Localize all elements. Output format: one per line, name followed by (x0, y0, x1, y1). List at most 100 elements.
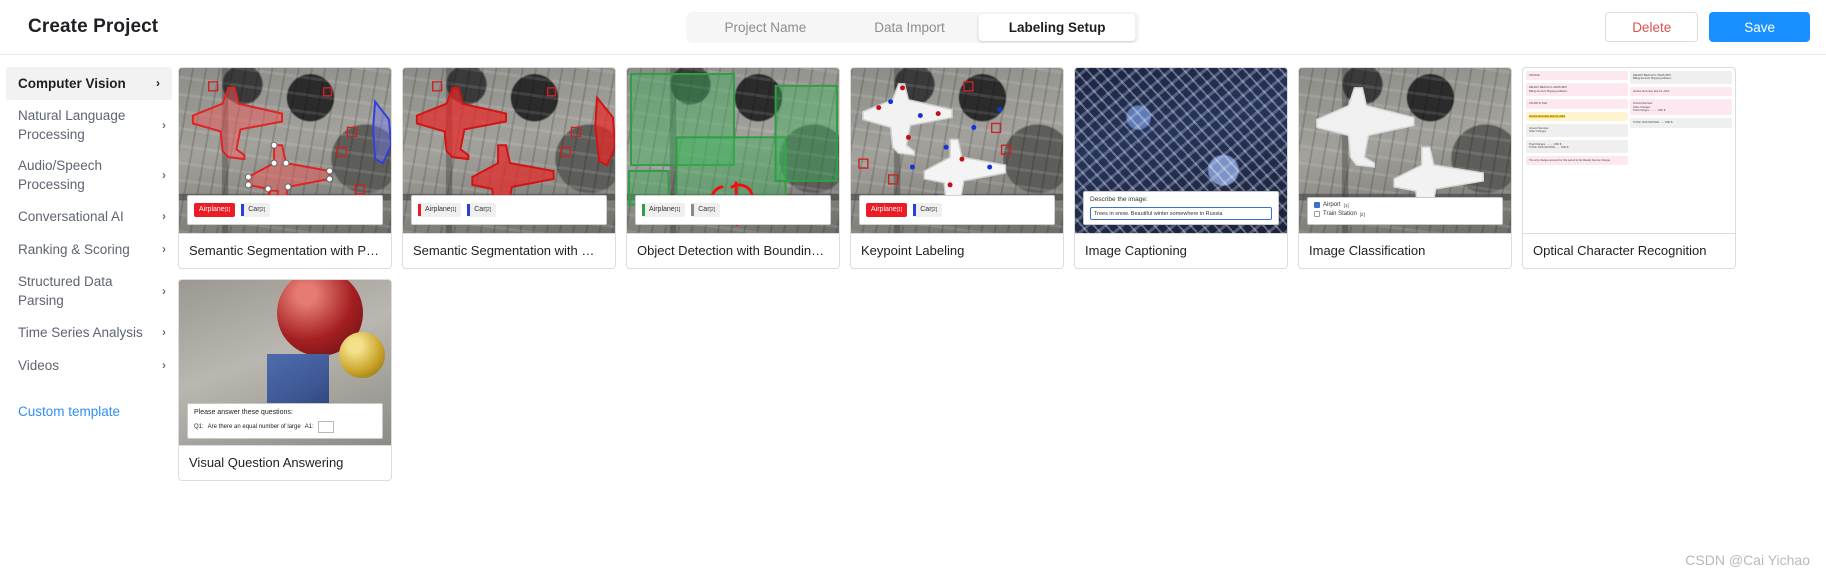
card-preview-image: Please answer these questions: Q1: Are t… (179, 280, 391, 445)
checkbox-icon[interactable] (1314, 211, 1320, 217)
sidebar-item-structured-data-parsing[interactable]: Structured Data Parsing › (0, 266, 178, 316)
card-title: Image Classification (1299, 233, 1511, 268)
template-card-visual-question-answering[interactable]: Please answer these questions: Q1: Are t… (178, 279, 392, 481)
chevron-right-icon: › (156, 76, 160, 90)
card-preview-image: Airplane [1] Car [2] (627, 68, 839, 233)
answer-input[interactable] (317, 421, 334, 433)
step-data-import[interactable]: Data Import (840, 16, 979, 39)
sidebar-item-label: Computer Vision (18, 76, 126, 91)
doc-block: Ground Services Other Charges (1526, 124, 1628, 137)
doc-block: DELRAY BEACH FL 33445-3897 Billing Accoun… (1526, 83, 1628, 97)
chevron-right-icon: › (162, 358, 166, 372)
sidebar-item-natural-language-processing[interactable]: Natural Language Processing › (0, 100, 178, 150)
sidebar-item-audio-speech-processing[interactable]: Audio/Speech Processing › (0, 150, 178, 200)
custom-template-link[interactable]: Custom template (0, 382, 178, 419)
step-project-name[interactable]: Project Name (690, 16, 840, 39)
header-actions: Delete Save (1605, 12, 1810, 42)
chevron-right-icon: › (162, 283, 166, 298)
doc-block: Total Charges .......... USD $ TOTAL THIS… (1526, 139, 1628, 153)
card-preview-image: Describe the image: Trees in snow. Beaut… (1075, 68, 1287, 233)
template-card-image-captioning[interactable]: Describe the image: Trees in snow. Beaut… (1074, 67, 1288, 269)
label-chip-airplane[interactable]: Airplane [1] (194, 203, 236, 217)
chevron-right-icon: › (162, 167, 166, 182)
sidebar-item-label: Time Series Analysis (18, 325, 143, 340)
card-title: Image Captioning (1075, 233, 1287, 268)
doc-block: TOTAL THIS INVOICE ...... USD $ (1630, 118, 1732, 128)
label-chip-bar: Airplane [1] Car [2] (411, 195, 607, 225)
label-chip-car[interactable]: Car [2] (467, 203, 497, 217)
label-chip-bar: Airplane [1] Car [2] (635, 195, 831, 225)
save-button[interactable]: Save (1709, 12, 1810, 42)
step-labeling-setup[interactable]: Labeling Setup (978, 13, 1136, 41)
template-grid: Airplane [1] Car [2] Semantic Segmentation… (178, 67, 1812, 481)
label-chip-car[interactable]: Car [2] (913, 203, 943, 217)
card-title: Semantic Segmentation with Masks (403, 233, 615, 268)
template-card-semantic-segmentation-masks[interactable]: Airplane [1] Car [2] Semantic Segmentation… (402, 67, 616, 269)
question-prompt: Please answer these questions: (194, 409, 293, 416)
sidebar-item-label: Structured Data Parsing (18, 274, 113, 308)
doc-block: Ground Services Other Charges Total Charge… (1630, 99, 1732, 116)
label-chip-bar: Airplane [1] Car [2] (859, 195, 1055, 225)
template-card-optical-character-recognition[interactable]: INVOICE DELRAY BEACH FL 33445-3897 Billin… (1522, 67, 1736, 269)
card-preview-image: Airplane [1] Car [2] (179, 68, 391, 233)
page-title: Create Project (28, 16, 159, 37)
label-chip-bar: Airplane [1] Car [2] (187, 195, 383, 225)
question-label: Q1: (194, 424, 204, 430)
doc-block: ATLANTIC AVE (1526, 99, 1628, 109)
chevron-right-icon: › (162, 209, 166, 223)
doc-block: The only charges account for this period… (1526, 155, 1628, 166)
document-photo: INVOICE DELRAY BEACH FL 33445-3897 Billin… (1523, 68, 1735, 233)
label-chip-airplane[interactable]: Airplane [1] (866, 203, 908, 217)
template-card-semantic-segmentation-polygons[interactable]: Airplane [1] Car [2] Semantic Segmentation… (178, 67, 392, 269)
label-chip-airplane[interactable]: Airplane [1] (642, 203, 686, 217)
sidebar-item-ranking-scoring[interactable]: Ranking & Scoring › (0, 233, 178, 266)
sidebar-item-time-series-analysis[interactable]: Time Series Analysis › (0, 316, 178, 349)
template-card-image-classification[interactable]: Airport [1] Train Station [2] Image Clas… (1298, 67, 1512, 269)
sidebar-item-conversational-ai[interactable]: Conversational AI › (0, 200, 178, 233)
wizard-steps: Project Name Data Import Labeling Setup (686, 11, 1140, 43)
yellow-sphere (339, 332, 385, 378)
main-body: Computer Vision › Natural Language Proce… (0, 55, 1826, 576)
classification-choices-box: Airport [1] Train Station [2] (1307, 197, 1503, 225)
choice-train-station[interactable]: Train Station [2] (1314, 211, 1496, 217)
choice-hotkey: [2] (1359, 211, 1365, 217)
template-card-keypoint-labeling[interactable]: Airplane [1] Car [2] Keypoint Labeling (850, 67, 1064, 269)
sidebar-item-videos[interactable]: Videos › (0, 349, 178, 382)
chevron-right-icon: › (162, 242, 166, 256)
doc-block: Invoice Summary Sep 01, 2014 (1630, 86, 1732, 97)
doc-block: DELRAY BEACH FL 33445-3897 Billing Accoun… (1630, 71, 1732, 84)
choice-label: Train Station (1323, 211, 1357, 217)
choice-label: Airport (1323, 202, 1341, 208)
sidebar-item-label: Ranking & Scoring (18, 242, 130, 257)
doc-block: INVOICE (1526, 71, 1628, 81)
sidebar-item-label: Natural Language Processing (18, 108, 126, 142)
card-preview-image: INVOICE DELRAY BEACH FL 33445-3897 Billin… (1523, 68, 1735, 233)
card-preview-image: Airplane [1] Car [2] (851, 68, 1063, 233)
checkbox-icon[interactable] (1314, 202, 1320, 208)
choice-hotkey: [1] (1343, 202, 1349, 208)
label-chip-car[interactable]: Car [2] (241, 203, 271, 217)
question-text: Are there an equal number of large (207, 424, 301, 430)
sidebar-item-computer-vision[interactable]: Computer Vision › (6, 67, 172, 100)
label-chip-car[interactable]: Car [2] (691, 203, 721, 217)
sidebar-item-label: Conversational AI (18, 209, 124, 224)
question-box: Please answer these questions: Q1: Are t… (187, 403, 383, 439)
card-preview-image: Airplane [1] Car [2] (403, 68, 615, 233)
card-preview-image: Airport [1] Train Station [2] (1299, 68, 1511, 233)
answer-label: A1: (304, 424, 314, 430)
template-grid-wrap: Airplane [1] Car [2] Semantic Segmentation… (178, 55, 1826, 576)
caption-input[interactable]: Trees in snow. Beautiful winter somewher… (1090, 207, 1272, 220)
sidebar-item-label: Videos (18, 358, 60, 373)
question-row: Q1: Are there an equal number of large A… (194, 421, 376, 433)
card-title: Visual Question Answering (179, 445, 391, 480)
delete-button[interactable]: Delete (1605, 12, 1699, 42)
watermark: CSDN @Cai Yichao (1685, 552, 1810, 568)
choice-airport[interactable]: Airport [1] (1314, 202, 1496, 208)
card-title: Object Detection with Bounding Boxes (627, 233, 839, 268)
caption-input-box: Describe the image: Trees in snow. Beaut… (1083, 191, 1279, 225)
caption-prompt: Describe the image: (1090, 196, 1148, 203)
label-chip-airplane[interactable]: Airplane [1] (418, 203, 462, 217)
chevron-right-icon: › (162, 325, 166, 339)
template-card-object-detection-bounding-boxes[interactable]: Airplane [1] Car [2] Object Detection with… (626, 67, 840, 269)
sidebar-item-label: Audio/Speech Processing (18, 158, 103, 192)
